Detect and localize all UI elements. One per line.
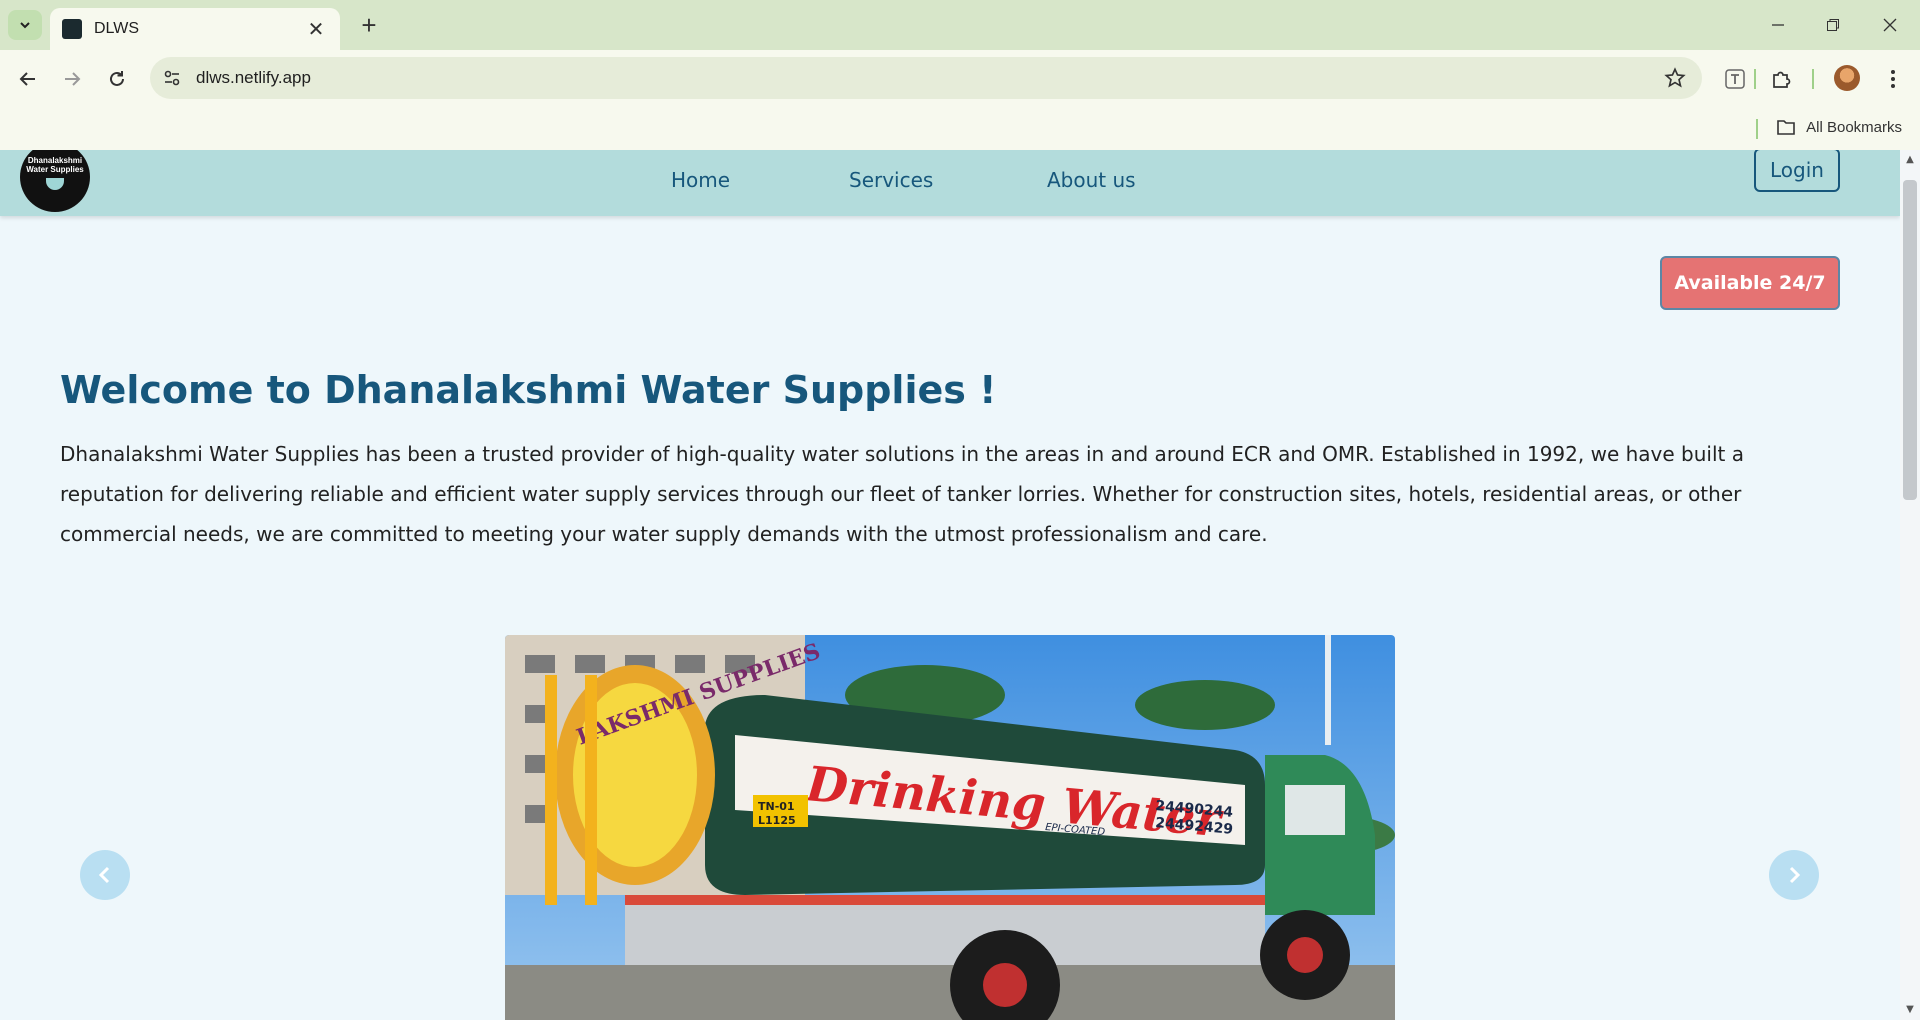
carousel-prev-button[interactable] bbox=[80, 850, 130, 900]
welcome-heading: Welcome to Dhanalakshmi Water Supplies ! bbox=[60, 368, 997, 412]
all-bookmarks-button[interactable]: All Bookmarks bbox=[1776, 118, 1902, 136]
restore-icon bbox=[1827, 19, 1839, 31]
close-tab-icon[interactable]: ✕ bbox=[304, 17, 328, 41]
close-window-button[interactable] bbox=[1870, 8, 1910, 42]
arrow-right-icon bbox=[65, 72, 81, 86]
site-navbar: Dhanalakshmi Water Supplies Home Service… bbox=[0, 150, 1900, 216]
bookmark-star-icon[interactable] bbox=[1664, 67, 1686, 89]
chevron-right-icon bbox=[1789, 866, 1801, 884]
forward-button[interactable] bbox=[57, 64, 87, 94]
login-button[interactable]: Login bbox=[1754, 150, 1840, 192]
reload-icon bbox=[110, 71, 124, 86]
bookmarks-divider bbox=[1756, 119, 1758, 139]
chevron-left-icon bbox=[98, 866, 110, 884]
browser-tab-active[interactable]: DLWS ✕ bbox=[50, 8, 340, 50]
page-viewport: Dhanalakshmi Water Supplies Home Service… bbox=[0, 150, 1900, 1020]
url-text[interactable]: dlws.netlify.app bbox=[196, 68, 311, 88]
reload-button[interactable] bbox=[102, 64, 132, 94]
menu-kebab-icon[interactable] bbox=[1880, 66, 1906, 92]
minimize-button[interactable] bbox=[1758, 8, 1798, 42]
scroll-up-arrow-icon[interactable]: ▲ bbox=[1904, 154, 1916, 165]
tab-search-button[interactable] bbox=[8, 10, 42, 40]
nav-about-us[interactable]: About us bbox=[1047, 168, 1136, 192]
carousel-next-button[interactable] bbox=[1769, 850, 1819, 900]
back-button[interactable] bbox=[13, 64, 43, 94]
svg-text:L1125: L1125 bbox=[758, 814, 796, 827]
logo-text: Dhanalakshmi Water Supplies bbox=[26, 156, 84, 174]
close-icon bbox=[1883, 18, 1897, 32]
favicon-icon bbox=[62, 19, 82, 39]
translate-extension-icon[interactable] bbox=[1722, 66, 1748, 92]
toolbar-divider bbox=[1754, 69, 1756, 89]
restore-button[interactable] bbox=[1813, 8, 1853, 42]
availability-badge[interactable]: Available 24/7 bbox=[1660, 256, 1840, 310]
browser-tabstrip: DLWS ✕ + bbox=[0, 0, 1920, 50]
all-bookmarks-label: All Bookmarks bbox=[1806, 118, 1902, 136]
browser-toolbar: dlws.netlify.app bbox=[0, 50, 1920, 108]
site-info-icon[interactable] bbox=[162, 68, 182, 88]
folder-icon bbox=[1777, 120, 1795, 135]
carousel-image-water-tanker: Drinking Water 24490244 24492429 EPI-COA… bbox=[505, 635, 1395, 1020]
address-bar[interactable]: dlws.netlify.app bbox=[150, 57, 1702, 99]
site-logo[interactable]: Dhanalakshmi Water Supplies bbox=[20, 150, 90, 212]
water-drop-icon bbox=[46, 178, 64, 190]
nav-services[interactable]: Services bbox=[849, 168, 933, 192]
arrow-left-icon bbox=[19, 72, 35, 86]
new-tab-button[interactable]: + bbox=[354, 10, 384, 40]
nav-home[interactable]: Home bbox=[671, 168, 730, 192]
intro-paragraph: Dhanalakshmi Water Supplies has been a t… bbox=[60, 442, 1744, 546]
profile-avatar[interactable] bbox=[1834, 65, 1860, 91]
bookmarks-bar: All Bookmarks bbox=[0, 108, 1920, 150]
scroll-thumb[interactable] bbox=[1903, 180, 1917, 500]
svg-text:TN-01: TN-01 bbox=[758, 800, 795, 813]
chevron-down-icon bbox=[20, 22, 30, 29]
toolbar-divider bbox=[1812, 69, 1814, 89]
minimize-icon bbox=[1772, 24, 1784, 26]
extensions-icon[interactable] bbox=[1768, 66, 1794, 92]
scroll-down-arrow-icon[interactable]: ▼ bbox=[1904, 1004, 1916, 1015]
tab-title: DLWS bbox=[94, 20, 140, 37]
